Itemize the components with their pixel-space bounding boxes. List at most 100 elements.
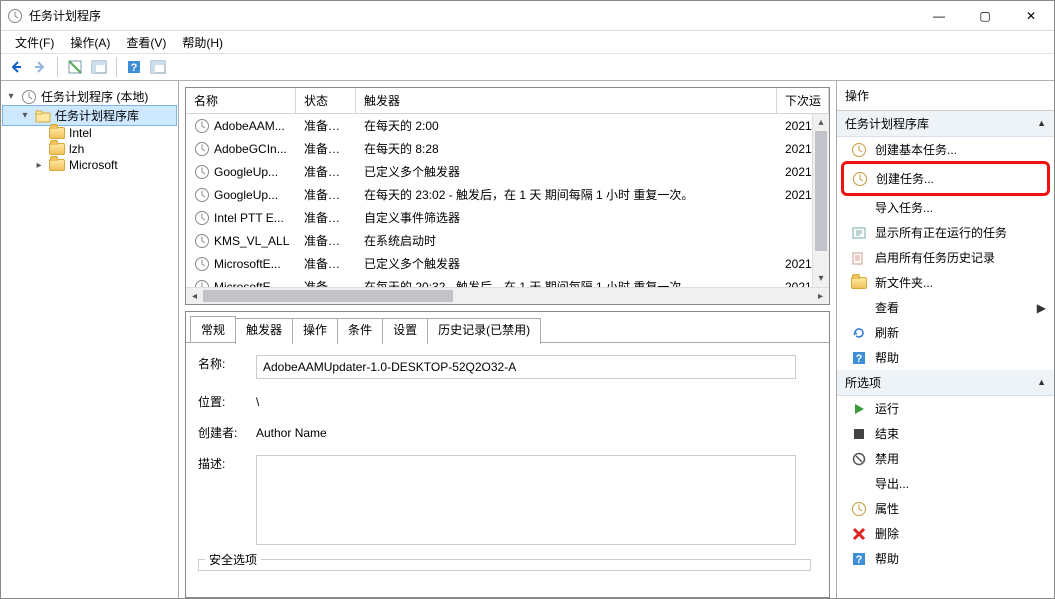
action-new-folder[interactable]: 新文件夹...: [837, 270, 1054, 295]
back-button[interactable]: [5, 56, 27, 78]
action-label: 导入任务...: [875, 199, 933, 216]
action-label: 运行: [875, 400, 899, 417]
scroll-thumb[interactable]: [203, 290, 453, 302]
menu-view[interactable]: 查看(V): [118, 32, 174, 53]
actions-section-lib[interactable]: 任务计划程序库 ▲: [837, 111, 1054, 137]
desc-label: 描述:: [198, 455, 256, 472]
stop-icon: [851, 426, 867, 442]
horizontal-scrollbar[interactable]: ◂ ▸: [186, 287, 829, 304]
action-help[interactable]: ? 帮助: [837, 345, 1054, 370]
menu-file[interactable]: 文件(F): [7, 32, 62, 53]
task-row[interactable]: Intel PTT E...准备就绪自定义事件筛选器: [186, 206, 829, 229]
menu-action[interactable]: 操作(A): [62, 32, 118, 53]
scroll-thumb[interactable]: [815, 131, 827, 251]
tree-lib-label: 任务计划程序库: [55, 107, 139, 124]
action-label: 刷新: [875, 324, 899, 341]
col-header-status[interactable]: 状态: [296, 88, 356, 113]
action-properties[interactable]: 属性: [837, 496, 1054, 521]
maximize-button[interactable]: ▢: [962, 1, 1008, 31]
tree-item-microsoft[interactable]: ▸ Microsoft: [3, 157, 176, 173]
action-delete[interactable]: 删除: [837, 521, 1054, 546]
task-trigger: 自定义事件筛选器: [356, 207, 777, 228]
detail-panel: 常规 触发器 操作 条件 设置 历史记录(已禁用) 名称: AdobeAAMUp…: [185, 311, 830, 598]
task-clock-icon: [194, 279, 210, 288]
col-header-next[interactable]: 下次运: [777, 88, 829, 113]
scroll-right-arrow[interactable]: ▸: [812, 288, 829, 304]
tree-expand-icon[interactable]: ▸: [33, 159, 45, 171]
close-button[interactable]: ✕: [1008, 1, 1054, 31]
description-field[interactable]: [256, 455, 796, 545]
action-import-task[interactable]: 导入任务...: [837, 195, 1054, 220]
action-refresh[interactable]: 刷新: [837, 320, 1054, 345]
minimize-button[interactable]: —: [916, 1, 962, 31]
task-row[interactable]: MicrosoftE...准备就绪在每天的 20:32 - 触发后，在 1 天 …: [186, 275, 829, 287]
tree-expand-icon[interactable]: ▾: [5, 91, 17, 103]
task-name: GoogleUp...: [214, 165, 278, 179]
help-icon: ?: [851, 350, 867, 366]
tab-triggers[interactable]: 触发器: [235, 318, 293, 344]
action-help-2[interactable]: ? 帮助: [837, 546, 1054, 571]
task-clock-icon: [194, 118, 210, 134]
task-row[interactable]: GoogleUp...准备就绪已定义多个触发器2021/: [186, 160, 829, 183]
svg-text:?: ?: [131, 62, 138, 74]
tab-actions[interactable]: 操作: [292, 318, 338, 344]
help-icon-button[interactable]: ?: [123, 56, 145, 78]
collapse-icon: ▲: [1037, 377, 1046, 387]
action-end[interactable]: 结束: [837, 421, 1054, 446]
action-show-running[interactable]: 显示所有正在运行的任务: [837, 220, 1054, 245]
action-view[interactable]: 查看 ▶: [837, 295, 1054, 320]
action-enable-history[interactable]: 启用所有任务历史记录: [837, 245, 1054, 270]
action-export[interactable]: 导出...: [837, 471, 1054, 496]
toolbar: ?: [1, 53, 1054, 81]
export-icon: [851, 476, 867, 492]
tab-general[interactable]: 常规: [190, 316, 236, 342]
forward-button[interactable]: [29, 56, 51, 78]
task-row[interactable]: MicrosoftE...准备就绪已定义多个触发器2021/: [186, 252, 829, 275]
collapse-icon: ▲: [1037, 118, 1046, 128]
task-status: 准备就绪: [296, 138, 356, 159]
col-header-trigger[interactable]: 触发器: [356, 88, 777, 113]
tree-root[interactable]: ▾ 任务计划程序 (本地): [3, 87, 176, 106]
svg-text:?: ?: [856, 353, 863, 365]
tab-history[interactable]: 历史记录(已禁用): [427, 318, 541, 344]
action-disable[interactable]: 禁用: [837, 446, 1054, 471]
task-row[interactable]: GoogleUp...准备就绪在每天的 23:02 - 触发后，在 1 天 期间…: [186, 183, 829, 206]
task-status: 准备就绪: [296, 207, 356, 228]
task-status: 准备就绪: [296, 253, 356, 274]
properties-icon: [851, 501, 867, 517]
action-run[interactable]: 运行: [837, 396, 1054, 421]
menu-help[interactable]: 帮助(H): [174, 32, 231, 53]
task-name: MicrosoftE...: [214, 280, 281, 288]
tree-item-intel[interactable]: Intel: [3, 125, 176, 141]
titlebar: 任务计划程序 — ▢ ✕: [1, 1, 1054, 31]
scroll-left-arrow[interactable]: ◂: [186, 288, 203, 304]
tree-root-label: 任务计划程序 (本地): [41, 88, 148, 105]
tab-conditions[interactable]: 条件: [337, 318, 383, 344]
task-name: AdobeAAM...: [214, 119, 285, 133]
tab-settings[interactable]: 设置: [382, 318, 428, 344]
layout-button[interactable]: [88, 56, 110, 78]
secondary-layout-button[interactable]: [147, 56, 169, 78]
vertical-scrollbar[interactable]: ▴ ▾: [812, 114, 829, 287]
nav-tree[interactable]: ▾ 任务计划程序 (本地) ▾ 任务计划程序库 Intel lzh ▸ Micr…: [1, 81, 179, 598]
status-toggle-button[interactable]: [64, 56, 86, 78]
action-create-basic-task[interactable]: 创建基本任务...: [837, 137, 1054, 162]
submenu-arrow-icon: ▶: [1037, 301, 1046, 315]
task-row[interactable]: AdobeGCIn...准备就绪在每天的 8:282021/: [186, 137, 829, 160]
scroll-down-arrow[interactable]: ▾: [813, 270, 829, 287]
task-row[interactable]: KMS_VL_ALL准备就绪在系统启动时: [186, 229, 829, 252]
tree-item-lzh[interactable]: lzh: [3, 141, 176, 157]
action-label: 创建基本任务...: [875, 141, 957, 158]
location-label: 位置:: [198, 393, 256, 410]
action-create-task[interactable]: 创建任务...: [852, 166, 1045, 191]
scroll-up-arrow[interactable]: ▴: [813, 114, 829, 131]
tree-expand-icon[interactable]: ▾: [19, 110, 31, 122]
task-trigger: 在每天的 20:32 - 触发后，在 1 天 期间每隔 1 小时 重复一次。: [356, 276, 777, 287]
actions-section-selected[interactable]: 所选项 ▲: [837, 370, 1054, 396]
folder-icon: [851, 277, 867, 289]
task-basic-icon: [851, 142, 867, 158]
col-header-name[interactable]: 名称: [186, 88, 296, 113]
name-field[interactable]: AdobeAAMUpdater-1.0-DESKTOP-52Q2O32-A: [256, 355, 796, 379]
tree-lib[interactable]: ▾ 任务计划程序库: [3, 106, 176, 125]
task-row[interactable]: AdobeAAM...准备就绪在每天的 2:002021/: [186, 114, 829, 137]
